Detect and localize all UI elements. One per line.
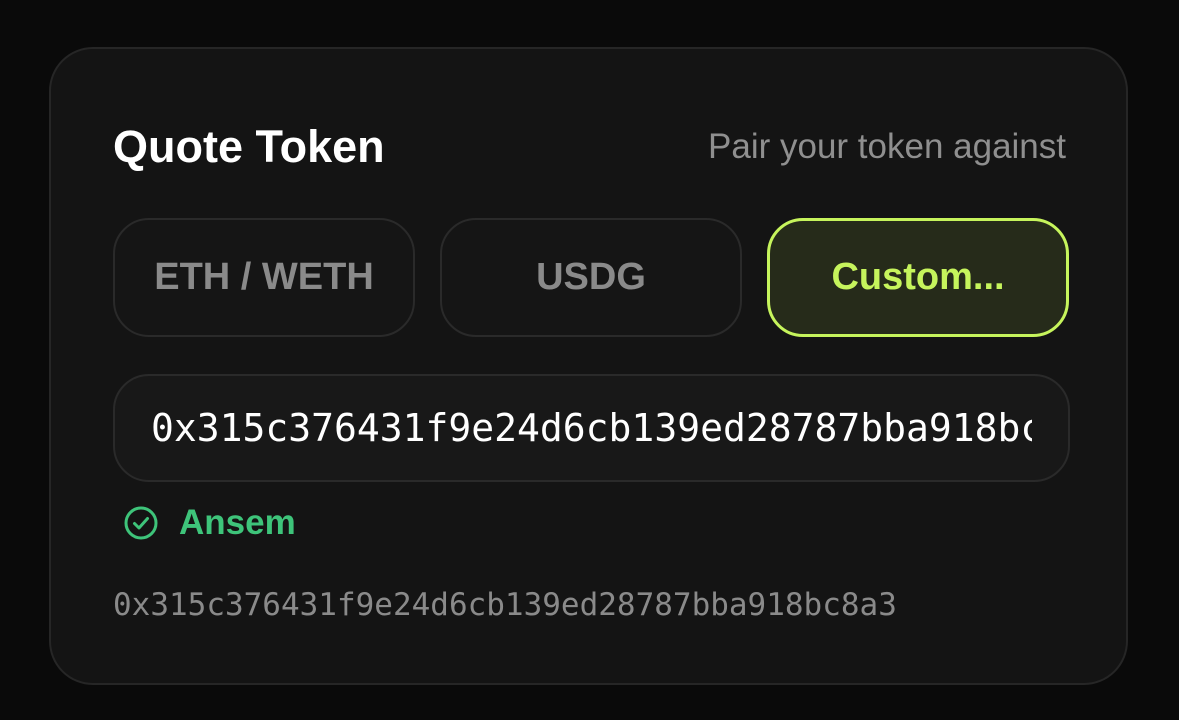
check-circle-icon (124, 506, 158, 540)
quote-token-card: Quote Token Pair your token against ETH … (49, 47, 1128, 685)
option-usdg-button[interactable]: USDG (440, 218, 742, 337)
quote-token-options: ETH / WETH USDG Custom... (113, 218, 1069, 337)
resolved-address: 0x315c376431f9e24d6cb139ed28787bba918bc8… (113, 587, 897, 623)
verified-token-name: Ansem (179, 503, 296, 542)
option-custom-button[interactable]: Custom... (767, 218, 1069, 337)
card-subtitle: Pair your token against (708, 127, 1066, 166)
custom-address-input[interactable] (113, 374, 1070, 482)
card-title: Quote Token (113, 121, 385, 172)
option-eth-weth-button[interactable]: ETH / WETH (113, 218, 415, 337)
verified-token: Ansem (123, 501, 296, 545)
